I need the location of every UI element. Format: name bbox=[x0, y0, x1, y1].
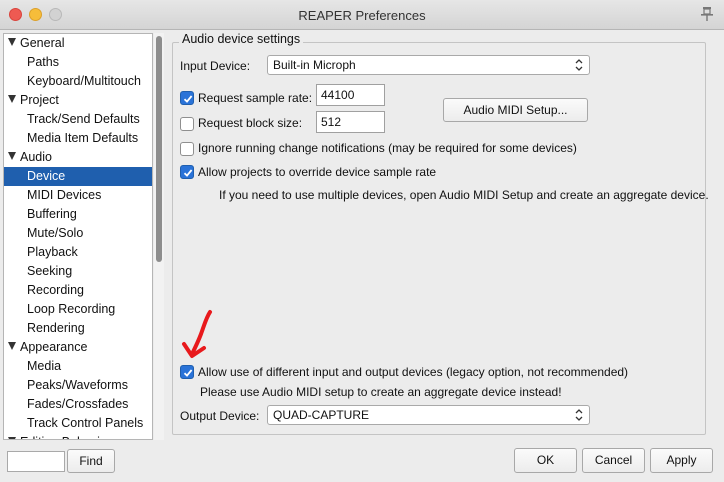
tree-item-label: Audio bbox=[20, 150, 52, 164]
tree-item-label: Buffering bbox=[27, 207, 77, 221]
ignore-notifications-label: Ignore running change notifications (may… bbox=[198, 141, 577, 155]
checkmark-icon bbox=[183, 95, 193, 103]
tree-item-label: Rendering bbox=[27, 321, 85, 335]
tree-item-label: General bbox=[20, 36, 65, 50]
tree-item-label: Track Control Panels bbox=[27, 416, 144, 430]
tree-item-label: Mute/Solo bbox=[27, 226, 84, 240]
tree-item-recording[interactable]: Recording bbox=[4, 281, 152, 300]
ignore-notifications-checkbox[interactable] bbox=[180, 142, 194, 156]
tree-item-label: Media Item Defaults bbox=[27, 131, 139, 145]
tree-item-label: Appearance bbox=[20, 340, 88, 354]
tree-item-label: Peaks/Waveforms bbox=[27, 378, 128, 392]
triangle-down-icon[interactable] bbox=[8, 342, 16, 350]
tree-scrollbar-thumb[interactable] bbox=[156, 36, 162, 262]
tree-group-appearance[interactable]: Appearance bbox=[4, 338, 152, 357]
tree-item-track-control-panels[interactable]: Track Control Panels bbox=[4, 414, 152, 433]
tree-item-label: Media bbox=[27, 359, 62, 373]
preferences-tree[interactable]: General Paths Keyboard/Multitouch Project Tr… bbox=[3, 33, 153, 440]
tree-item-mute-solo[interactable]: Mute/Solo bbox=[4, 224, 152, 243]
triangle-down-icon[interactable] bbox=[8, 95, 16, 103]
tree-item-label: Recording bbox=[27, 283, 84, 297]
tree-group-audio[interactable]: Audio bbox=[4, 148, 152, 167]
sample-rate-input[interactable]: 44100 bbox=[316, 84, 385, 106]
request-block-size-label: Request block size: bbox=[198, 116, 303, 130]
triangle-down-icon[interactable] bbox=[8, 38, 16, 46]
title-bar: REAPER Preferences bbox=[0, 0, 724, 30]
red-arrow-annotation bbox=[182, 310, 212, 358]
tree-item-paths[interactable]: Paths bbox=[4, 53, 152, 72]
allow-override-checkbox[interactable] bbox=[180, 165, 194, 179]
group-title: Audio device settings bbox=[179, 32, 304, 46]
updown-chevrons-icon bbox=[575, 409, 583, 421]
allow-different-devices-label: Allow use of different input and output … bbox=[198, 365, 629, 379]
allow-override-label: Allow projects to override device sample… bbox=[198, 165, 437, 179]
updown-chevrons-icon bbox=[575, 59, 583, 71]
tree-item-label: Loop Recording bbox=[27, 302, 116, 316]
tree-group-general[interactable]: General bbox=[4, 34, 152, 53]
tree-item-label: Seeking bbox=[27, 264, 73, 278]
input-device-value: Built-in Microph bbox=[273, 58, 356, 72]
tree-item-device[interactable]: Device bbox=[4, 167, 152, 186]
tree-item-keyboard-multitouch[interactable]: Keyboard/Multitouch bbox=[4, 72, 152, 91]
output-device-value: QUAD-CAPTURE bbox=[273, 408, 370, 422]
input-device-select[interactable]: Built-in Microph bbox=[267, 55, 590, 75]
checkmark-icon bbox=[183, 169, 193, 177]
tree-item-peaks-waveforms[interactable]: Peaks/Waveforms bbox=[4, 376, 152, 395]
find-input[interactable] bbox=[7, 451, 65, 472]
request-block-size-checkbox[interactable] bbox=[180, 117, 194, 131]
tree-item-playback[interactable]: Playback bbox=[4, 243, 152, 262]
tree-scrollbar[interactable] bbox=[154, 33, 164, 440]
tree-item-media[interactable]: Media bbox=[4, 357, 152, 376]
tree-item-midi-devices[interactable]: MIDI Devices bbox=[4, 186, 152, 205]
tree-item-label: Editing Behavior bbox=[20, 435, 111, 439]
triangle-down-icon[interactable] bbox=[8, 152, 16, 160]
tree-item-loop-recording[interactable]: Loop Recording bbox=[4, 300, 152, 319]
cancel-button[interactable]: Cancel bbox=[582, 448, 645, 473]
pin-icon[interactable] bbox=[700, 6, 714, 22]
input-device-label: Input Device: bbox=[180, 59, 251, 73]
ok-button[interactable]: OK bbox=[514, 448, 577, 473]
request-sample-rate-checkbox[interactable] bbox=[180, 91, 194, 105]
block-size-input[interactable]: 512 bbox=[316, 111, 385, 133]
tree-item-label: Paths bbox=[27, 55, 59, 69]
output-device-select[interactable]: QUAD-CAPTURE bbox=[267, 405, 590, 425]
triangle-down-icon[interactable] bbox=[8, 437, 16, 439]
aggregate-note: Please use Audio MIDI setup to create an… bbox=[200, 385, 562, 399]
request-sample-rate-label: Request sample rate: bbox=[198, 91, 313, 105]
tree-item-buffering[interactable]: Buffering bbox=[4, 205, 152, 224]
tree-item-label: Keyboard/Multitouch bbox=[27, 74, 141, 88]
tree-item-label: Project bbox=[20, 93, 59, 107]
tree-item-label: Playback bbox=[27, 245, 78, 259]
tree-item-label: Track/Send Defaults bbox=[27, 112, 140, 126]
tree-item-rendering[interactable]: Rendering bbox=[4, 319, 152, 338]
tree-item-seeking[interactable]: Seeking bbox=[4, 262, 152, 281]
tree-item-label: Device bbox=[27, 169, 66, 183]
output-device-label: Output Device: bbox=[180, 409, 260, 423]
allow-different-devices-checkbox[interactable] bbox=[180, 365, 194, 379]
apply-button[interactable]: Apply bbox=[650, 448, 713, 473]
window-title: REAPER Preferences bbox=[298, 8, 426, 23]
tree-group-editing-behavior[interactable]: Editing Behavior bbox=[4, 433, 152, 439]
tree-item-fades-crossfades[interactable]: Fades/Crossfades bbox=[4, 395, 152, 414]
tree-item-label: MIDI Devices bbox=[27, 188, 102, 202]
aggregate-info-text: If you need to use multiple devices, ope… bbox=[219, 188, 709, 202]
audio-midi-setup-button[interactable]: Audio MIDI Setup... bbox=[443, 98, 588, 122]
tree-item-track-send-defaults[interactable]: Track/Send Defaults bbox=[4, 110, 152, 129]
tree-group-project[interactable]: Project bbox=[4, 91, 152, 110]
tree-item-media-item-defaults[interactable]: Media Item Defaults bbox=[4, 129, 152, 148]
checkmark-icon bbox=[183, 369, 193, 377]
tree-item-label: Fades/Crossfades bbox=[27, 397, 129, 411]
find-button[interactable]: Find bbox=[67, 449, 115, 473]
